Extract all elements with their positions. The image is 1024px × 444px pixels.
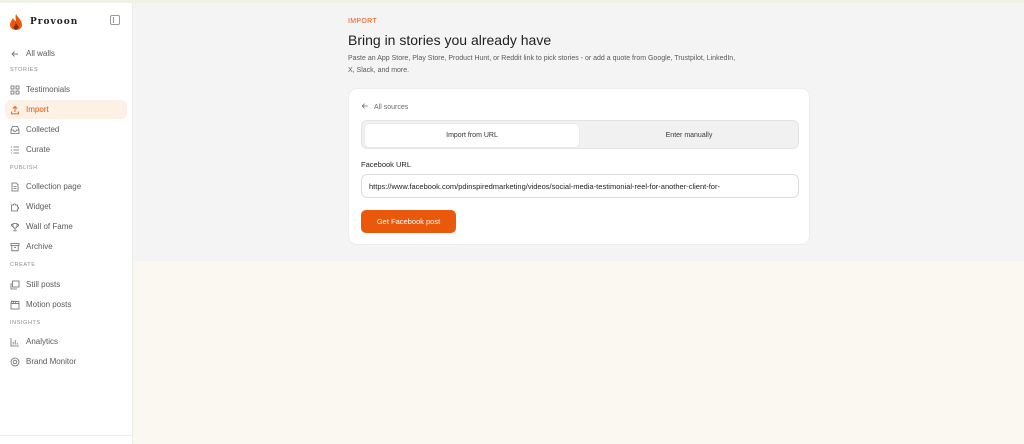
facebook-url-label: Facebook URL: [361, 160, 412, 169]
sidebar-item-label: Brand Monitor: [26, 357, 77, 366]
sidebar-item-label: Import: [26, 105, 49, 114]
arrow-left-icon: [361, 102, 369, 112]
sidebar-item-brand-monitor[interactable]: Brand Monitor: [5, 352, 127, 371]
sidebar-item-label: Testimonials: [26, 85, 71, 94]
sidebar-item-label: Collection page: [26, 182, 82, 191]
sidebar-item-label: Curate: [26, 145, 51, 154]
sidebar-item-motion-posts[interactable]: Motion posts: [5, 295, 127, 314]
puzzle-icon: [10, 202, 20, 212]
bar-chart-icon: [10, 337, 20, 347]
flame-logo-icon: [10, 14, 22, 30]
import-mode-toggle: Import from URL Enter manually: [361, 120, 799, 149]
tab-import-from-url[interactable]: Import from URL: [365, 124, 579, 147]
upload-icon: [10, 105, 20, 115]
sidebar-item-label: Motion posts: [26, 300, 72, 309]
sidebar-toggle-icon[interactable]: [110, 15, 120, 25]
all-sources-label: All sources: [374, 103, 409, 111]
page-title: Bring in stories you already have: [348, 32, 552, 48]
sidebar-item-archive[interactable]: Archive: [5, 237, 127, 256]
document-icon: [10, 182, 20, 192]
grid-icon: [10, 85, 20, 95]
all-walls-label: All walls: [26, 49, 55, 58]
sidebar-item-testimonials[interactable]: Testimonials: [5, 80, 127, 99]
sidebar: Provoon All walls STORIES Testimonials I…: [0, 3, 133, 444]
sidebar-item-import[interactable]: Import: [5, 100, 127, 119]
page-description: Paste an App Store, Play Store, Product …: [348, 55, 736, 74]
inbox-icon: [10, 125, 20, 135]
tab-enter-manually[interactable]: Enter manually: [582, 124, 796, 147]
sidebar-item-label: Widget: [26, 202, 51, 211]
sidebar-item-collection-page[interactable]: Collection page: [5, 177, 127, 196]
archive-box-icon: [10, 242, 20, 252]
sidebar-item-collected[interactable]: Collected: [5, 120, 127, 139]
sidebar-item-curate[interactable]: Curate: [5, 140, 127, 159]
section-create: CREATE: [10, 262, 36, 268]
brand[interactable]: Provoon: [9, 13, 78, 31]
sidebar-item-widget[interactable]: Widget: [5, 197, 127, 216]
radar-icon: [10, 357, 20, 367]
all-sources-link[interactable]: All sources: [361, 102, 408, 112]
sidebar-item-label: Still posts: [26, 280, 61, 289]
import-card: All sources Import from URL Enter manual…: [348, 88, 810, 245]
list-icon: [10, 145, 20, 155]
trophy-icon: [10, 222, 20, 232]
get-facebook-post-button[interactable]: Get Facebook post: [361, 210, 456, 233]
facebook-url-input[interactable]: [361, 174, 799, 198]
sidebar-item-analytics[interactable]: Analytics: [5, 332, 127, 351]
section-publish: PUBLISH: [10, 165, 38, 171]
sidebar-item-label: Analytics: [26, 337, 59, 346]
sidebar-item-still-posts[interactable]: Still posts: [5, 275, 127, 294]
clapperboard-icon: [10, 300, 20, 310]
arrow-left-icon: [10, 49, 20, 59]
all-walls-link[interactable]: All walls: [5, 44, 127, 63]
section-stories: STORIES: [10, 67, 39, 73]
sidebar-item-label: Wall of Fame: [26, 222, 73, 231]
brand-name: Provoon: [30, 17, 79, 27]
sidebar-footer-divider: [0, 435, 133, 436]
sidebar-item-wall-of-fame[interactable]: Wall of Fame: [5, 217, 127, 236]
image-stack-icon: [10, 280, 20, 290]
sidebar-item-label: Collected: [26, 125, 60, 134]
page-eyebrow: IMPORT: [348, 18, 377, 25]
sidebar-item-label: Archive: [26, 242, 53, 251]
section-insights: INSIGHTS: [10, 320, 41, 326]
